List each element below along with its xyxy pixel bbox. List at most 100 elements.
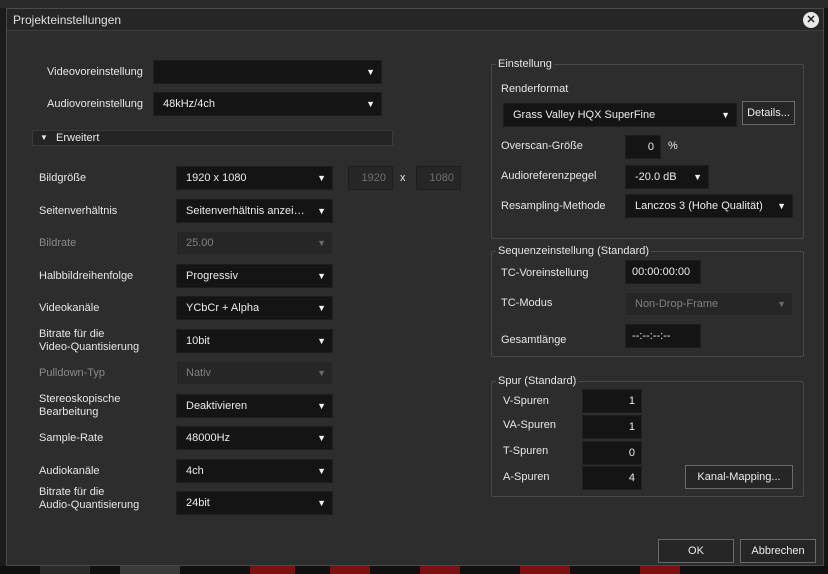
desktop-taskbar-strip [0,566,828,574]
t-tracks-field[interactable]: 0 [582,441,642,465]
chevron-down-icon: ▼ [317,303,326,313]
tc-mode-value: Non-Drop-Frame [635,298,719,310]
frame-size-label: Bildgröße [39,172,87,184]
frame-height-field: 1080 [416,166,461,190]
chevron-down-icon: ▼ [777,299,786,309]
chevron-down-icon: ▼ [317,271,326,281]
audio-bitrate-label-line1: Bitrate für die [39,486,105,498]
video-bitrate-label-line2: Video-Quantisierung [39,341,140,353]
frame-rate-label: Bildrate [39,237,77,249]
overscan-field[interactable]: 0 [625,135,661,159]
video-bitrate-label-line1: Bitrate für die [39,328,105,340]
chevron-down-icon: ▼ [777,201,786,211]
chevron-down-icon: ▼ [317,401,326,411]
overscan-label: Overscan-Größe [501,140,583,152]
advanced-section-label: Erweitert [56,132,100,144]
v-tracks-field[interactable]: 1 [582,389,642,413]
frame-size-value: 1920 x 1080 [186,172,247,184]
aspect-ratio-label: Seitenverhältnis [39,205,118,217]
advanced-section-toggle[interactable]: ▼ Erweitert [32,130,393,146]
resampling-dropdown[interactable]: Lanczos 3 (Hohe Qualität) ▼ [625,194,793,218]
pulldown-label: Pulldown-Typ [39,367,106,379]
video-bitrate-dropdown[interactable]: 10bit ▼ [176,329,333,353]
channel-mapping-button[interactable]: Kanal-Mapping... [685,465,793,489]
video-preset-label: Videovoreinstellung [47,66,143,78]
stereo-value: Deaktivieren [186,400,248,412]
video-channels-dropdown[interactable]: YCbCr + Alpha ▼ [176,296,333,320]
audio-reference-label: Audioreferenzpegel [501,170,597,182]
render-format-label: Renderformat [501,83,569,95]
chevron-down-icon: ▼ [366,67,375,77]
dialog-title: Projekteinstellungen [13,13,122,27]
audio-reference-value: -20.0 dB [635,171,677,183]
pulldown-dropdown: Nativ ▼ [176,361,333,385]
tc-preset-field[interactable]: 00:00:00:00 [625,260,701,284]
chevron-down-icon: ▼ [317,498,326,508]
tc-mode-label: TC-Modus [501,297,553,309]
stereo-dropdown[interactable]: Deaktivieren ▼ [176,394,333,418]
audio-channels-value: 4ch [186,465,204,477]
total-length-label: Gesamtlänge [501,334,567,346]
audio-bitrate-dropdown[interactable]: 24bit ▼ [176,491,333,515]
t-tracks-label: T-Spuren [503,445,549,457]
resampling-label: Resampling-Methode [501,200,606,212]
overscan-unit: % [668,140,678,152]
audio-channels-dropdown[interactable]: 4ch ▼ [176,459,333,483]
chevron-down-icon: ▼ [317,206,326,216]
sample-rate-label: Sample-Rate [39,432,104,444]
frame-rate-dropdown: 25.00 ▼ [176,231,333,255]
a-tracks-field[interactable]: 4 [582,466,642,490]
details-button[interactable]: Details... [742,101,795,125]
chevron-down-icon: ▼ [693,172,702,182]
audio-bitrate-value: 24bit [186,497,210,509]
frame-rate-value: 25.00 [186,237,214,249]
tc-preset-label: TC-Voreinstellung [501,267,589,279]
desktop-background-top [0,0,828,8]
va-tracks-label: VA-Spuren [503,419,556,431]
render-format-dropdown[interactable]: Grass Valley HQX SuperFine ▼ [503,103,737,127]
total-length-field: --:--:--:-- [625,324,701,348]
close-icon[interactable]: ✕ [803,12,819,28]
frame-width-field: 1920 [348,166,393,190]
audio-preset-label: Audiovoreinstellung [47,98,144,110]
audio-bitrate-label-line2: Audio-Quantisierung [39,499,140,511]
dialog-titlebar: Projekteinstellungen ✕ [7,9,823,31]
audio-reference-dropdown[interactable]: -20.0 dB ▼ [625,165,709,189]
chevron-down-icon: ▼ [366,99,375,109]
sequence-group-title: Sequenzeinstellung (Standard) [496,245,652,258]
audio-preset-dropdown[interactable]: 48kHz/4ch ▼ [153,92,382,116]
chevron-down-icon: ▼ [317,238,326,248]
resampling-value: Lanczos 3 (Hohe Qualität) [635,200,763,212]
stereo-label-line1: Stereoskopische [39,393,121,405]
aspect-ratio-dropdown[interactable]: Seitenverhältnis anzeigen ▼ [176,199,333,223]
field-order-label: Halbbildreihenfolge [39,270,134,282]
frame-size-dropdown[interactable]: 1920 x 1080 ▼ [176,166,333,190]
chevron-down-icon: ▼ [317,173,326,183]
video-channels-label: Videokanäle [39,302,100,314]
frame-size-separator: x [400,172,406,184]
audio-preset-value: 48kHz/4ch [163,98,215,110]
collapse-triangle-icon: ▼ [40,133,48,142]
tc-mode-dropdown: Non-Drop-Frame ▼ [625,292,793,316]
video-channels-value: YCbCr + Alpha [186,302,260,314]
aspect-ratio-value: Seitenverhältnis anzeigen [186,205,310,217]
a-tracks-label: A-Spuren [503,471,550,483]
einstellung-group-title: Einstellung [496,58,554,71]
ok-button[interactable]: OK [658,539,734,563]
chevron-down-icon: ▼ [317,368,326,378]
v-tracks-label: V-Spuren [503,395,549,407]
cancel-button[interactable]: Abbrechen [740,539,816,563]
chevron-down-icon: ▼ [317,466,326,476]
chevron-down-icon: ▼ [317,433,326,443]
video-preset-dropdown[interactable]: ▼ [153,60,382,84]
video-bitrate-value: 10bit [186,335,210,347]
field-order-value: Progressiv [186,270,238,282]
stereo-label-line2: Bearbeitung [39,406,99,418]
tracks-group-title: Spur (Standard) [496,375,579,388]
pulldown-value: Nativ [186,367,212,379]
va-tracks-field[interactable]: 1 [582,415,642,439]
chevron-down-icon: ▼ [317,336,326,346]
field-order-dropdown[interactable]: Progressiv ▼ [176,264,333,288]
audio-channels-label: Audiokanäle [39,465,100,477]
sample-rate-dropdown[interactable]: 48000Hz ▼ [176,426,333,450]
